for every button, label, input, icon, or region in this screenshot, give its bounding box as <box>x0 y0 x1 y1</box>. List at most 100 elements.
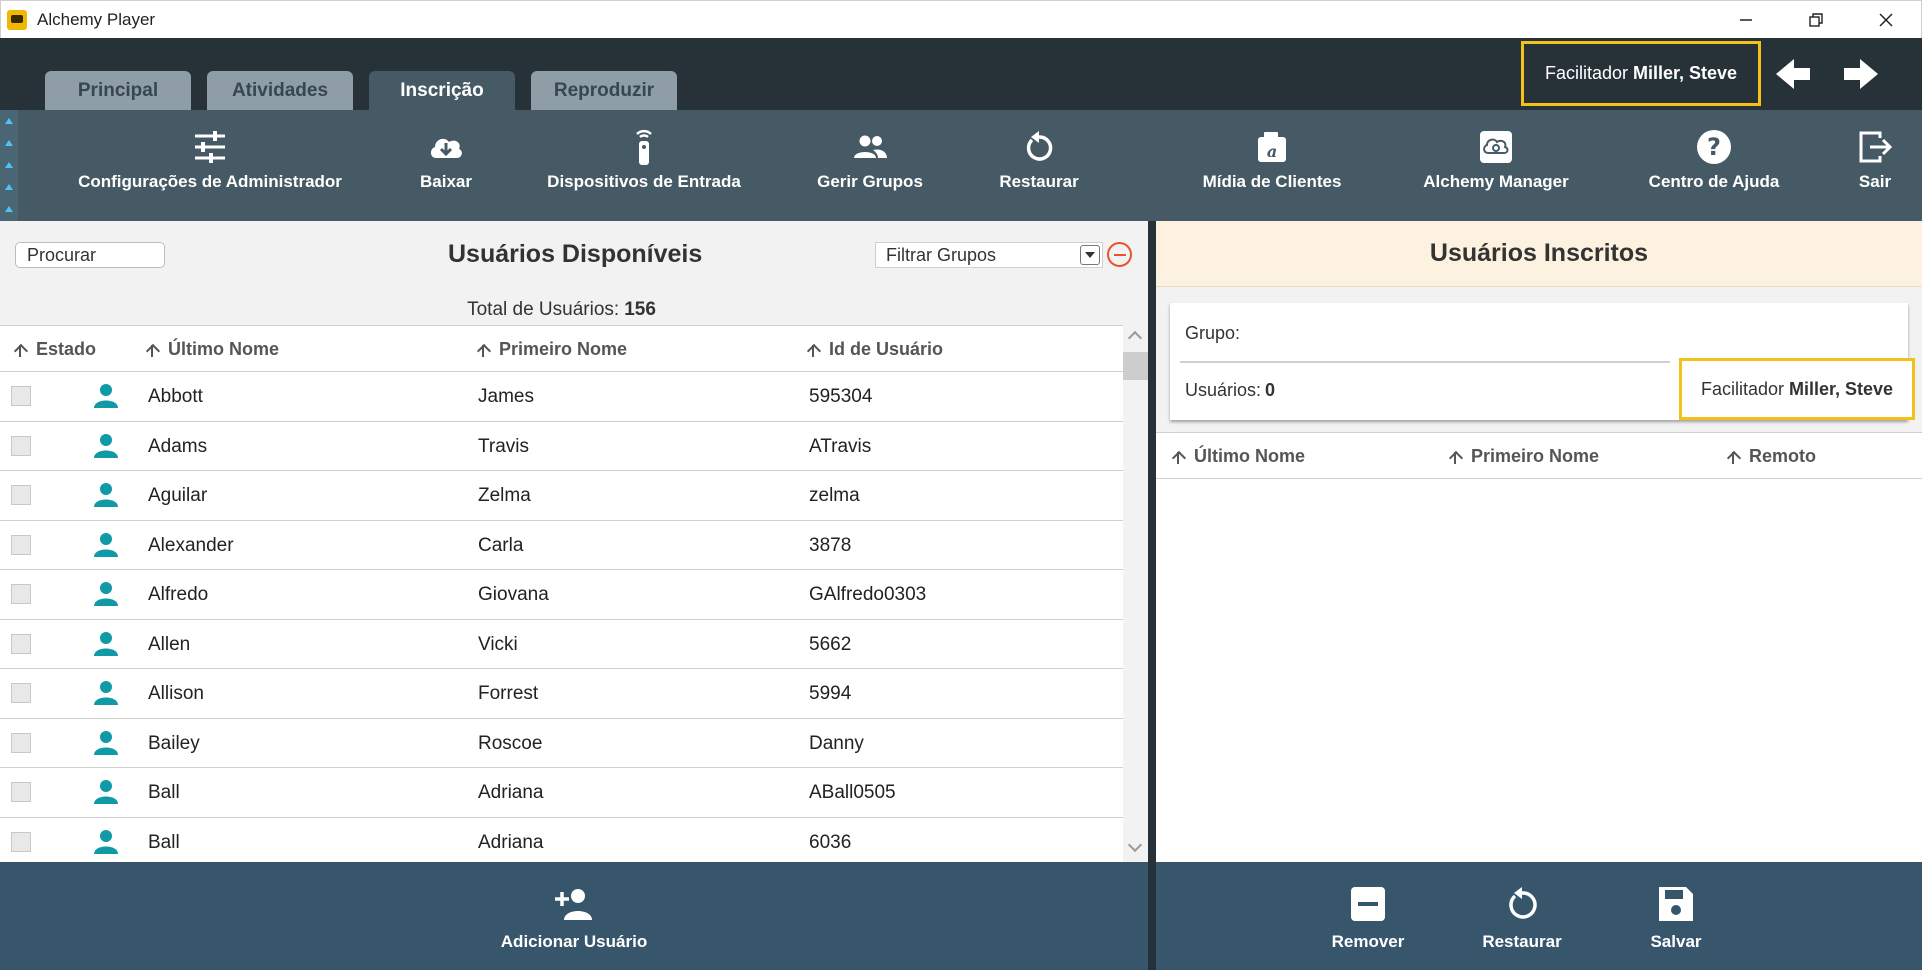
restore-button[interactable] <box>1781 1 1851 39</box>
row-checkbox[interactable] <box>11 485 31 505</box>
forward-arrow-icon[interactable] <box>1840 56 1880 92</box>
enrolled-users-title: Usuários Inscritos <box>1156 221 1922 287</box>
user-id-cell: 5994 <box>809 683 852 704</box>
exit-button[interactable]: Sair <box>1845 128 1905 192</box>
tab-inscricao[interactable]: Inscrição <box>369 71 515 110</box>
first-name-cell: Travis <box>478 435 530 457</box>
column-label: Estado <box>36 339 97 359</box>
row-checkbox[interactable] <box>11 386 31 406</box>
chevron-down-icon[interactable] <box>1080 245 1100 265</box>
row-checkbox[interactable] <box>11 683 31 703</box>
row-checkbox[interactable] <box>11 633 31 654</box>
users-count: Usuários: 0 <box>1185 380 1275 401</box>
user-id-cell: 3878 <box>809 534 852 556</box>
column-header-user-id[interactable]: Id de Usuário <box>806 339 943 360</box>
close-button[interactable] <box>1851 1 1921 39</box>
column-label: Primeiro Nome <box>499 339 628 359</box>
row-checkbox[interactable] <box>11 732 31 753</box>
clear-filter-icon[interactable] <box>1107 242 1132 267</box>
minimize-button[interactable] <box>1711 1 1781 39</box>
table-row[interactable]: Allen Vicki 5662 <box>0 620 1123 669</box>
column-header-first-name[interactable]: Primeiro Nome <box>476 339 627 360</box>
table-row[interactable]: Bailey Roscoe Danny <box>0 719 1123 768</box>
column-label: Remoto <box>1749 446 1816 466</box>
save-button[interactable]: Salvar <box>1626 884 1726 952</box>
last-name-cell: Alexander <box>148 534 234 556</box>
back-arrow-icon[interactable] <box>1774 56 1814 92</box>
last-name-cell: Allen <box>148 633 191 655</box>
facilitator-label: Facilitador <box>1544 63 1628 83</box>
sort-arrow-icon <box>145 343 159 357</box>
column-header-remote[interactable]: Remoto <box>1726 446 1816 467</box>
table-row[interactable]: Alfredo Giovana GAlfredo0303 <box>0 570 1123 620</box>
restore-label: Restaurar <box>1482 932 1562 951</box>
table-row[interactable]: Adams Travis ATravis <box>0 422 1123 471</box>
filter-groups-select[interactable]: Filtrar Grupos <box>875 242 1103 268</box>
total-users-label: Total de Usuários: <box>467 299 620 320</box>
restore-button-toolbar[interactable]: Restaurar <box>994 128 1084 192</box>
svg-text:a: a <box>1267 142 1277 161</box>
restore-window-icon <box>1809 13 1823 27</box>
row-checkbox[interactable] <box>11 435 31 456</box>
table-row[interactable]: Ball Adriana ABall0505 <box>0 768 1123 818</box>
enrolled-table-header: Último Nome Primeiro Nome Remoto <box>1156 432 1922 479</box>
user-id-cell: 5662 <box>809 633 852 655</box>
input-devices-button[interactable]: Dispositivos de Entrada <box>547 128 741 192</box>
toolbar-label: Restaurar <box>999 172 1079 191</box>
scroll-up-icon[interactable] <box>1127 330 1143 346</box>
tab-atividades[interactable]: Atividades <box>207 71 353 110</box>
enrolled-users-list <box>1156 479 1922 862</box>
user-id-cell: ABall0505 <box>809 782 896 803</box>
alchemy-manager-button[interactable]: Alchemy Manager <box>1418 128 1574 192</box>
row-checkbox[interactable] <box>11 534 31 555</box>
scroll-down-icon[interactable] <box>1127 837 1143 853</box>
search-input[interactable]: Procurar <box>15 242 165 268</box>
row-checkbox[interactable] <box>11 831 31 852</box>
tab-reproduzir[interactable]: Reproduzir <box>531 71 677 110</box>
table-row[interactable]: Allison Forrest 5994 <box>0 669 1123 719</box>
person-icon <box>94 483 118 507</box>
person-icon <box>94 384 118 408</box>
row-checkbox[interactable] <box>11 782 31 802</box>
person-icon <box>94 681 118 705</box>
restore-button-footer[interactable]: Restaurar <box>1467 884 1577 952</box>
help-center-button[interactable]: ? Centro de Ajuda <box>1642 128 1786 192</box>
row-checkbox[interactable] <box>11 584 31 604</box>
toolbar: Configurações de Administrador Baixar Di… <box>0 110 1922 221</box>
table-row[interactable]: Alexander Carla 3878 <box>0 521 1123 570</box>
tab-principal[interactable]: Principal <box>45 71 191 110</box>
facilitator-indicator: Facilitador Miller, Steve <box>1521 41 1761 106</box>
column-header-first-name[interactable]: Primeiro Nome <box>1448 446 1599 467</box>
add-user-button[interactable]: Adicionar Usuário <box>474 884 674 952</box>
last-name-cell: Alfredo <box>148 584 209 605</box>
column-label: Primeiro Nome <box>1471 446 1600 466</box>
client-media-button[interactable]: a Mídia de Clientes <box>1200 128 1344 192</box>
toolbar-label: Centro de Ajuda <box>1648 172 1780 191</box>
remove-button[interactable]: Remover <box>1318 884 1418 952</box>
person-icon <box>94 829 118 854</box>
manage-groups-button[interactable]: Gerir Grupos <box>810 128 930 192</box>
panel-divider <box>1148 221 1156 970</box>
collapse-toolbar-handle[interactable] <box>0 110 18 221</box>
admin-settings-button[interactable]: Configurações de Administrador <box>78 128 342 192</box>
table-row[interactable]: Ball Adriana 6036 <box>0 818 1123 863</box>
column-header-status[interactable]: Estado <box>13 339 96 360</box>
first-name-cell: Carla <box>478 534 524 556</box>
minimize-icon <box>1740 19 1752 21</box>
column-label: Último Nome <box>1194 446 1306 466</box>
app-header: Principal Atividades Inscrição Reproduzi… <box>0 38 1922 110</box>
column-header-last-name[interactable]: Último Nome <box>1171 446 1305 467</box>
column-header-last-name[interactable]: Último Nome <box>145 339 279 360</box>
restore-icon <box>1509 887 1537 919</box>
remove-icon <box>1351 887 1385 921</box>
table-row[interactable]: Abbott James 595304 <box>0 372 1123 422</box>
last-name-cell: Allison <box>148 683 204 704</box>
download-button[interactable]: Baixar <box>406 128 486 192</box>
scroll-thumb[interactable] <box>1123 352 1148 380</box>
first-name-cell: Giovana <box>478 584 549 605</box>
divider <box>1180 361 1670 363</box>
table-row[interactable]: Aguilar Zelma zelma <box>0 471 1123 521</box>
facilitator-name: Miller, Steve <box>1632 63 1738 83</box>
remove-label: Remover <box>1331 932 1405 951</box>
vertical-scrollbar[interactable] <box>1123 325 1148 862</box>
